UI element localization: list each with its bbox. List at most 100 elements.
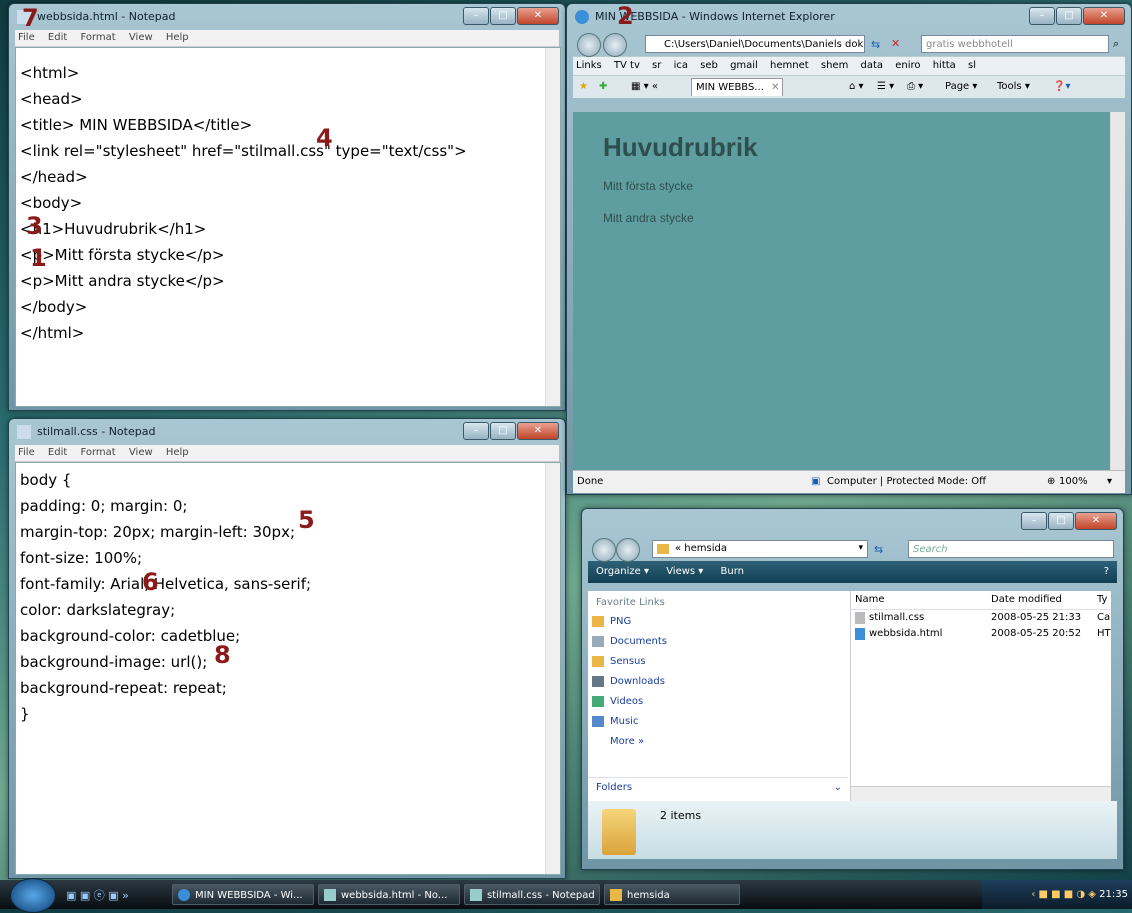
forward-icon[interactable] xyxy=(603,33,627,57)
minimize-button[interactable]: – xyxy=(1029,7,1055,25)
menu-file[interactable]: File xyxy=(18,447,35,458)
views-button[interactable]: Views ▾ xyxy=(666,566,703,577)
vertical-scrollbar[interactable] xyxy=(545,463,560,874)
link-item[interactable]: data xyxy=(861,60,884,71)
vertical-scrollbar[interactable] xyxy=(545,48,560,406)
column-date[interactable]: Date modified xyxy=(991,591,1062,609)
menu-format[interactable]: Format xyxy=(80,447,115,458)
link-item[interactable]: shem xyxy=(821,60,848,71)
organize-button[interactable]: Organize ▾ xyxy=(596,566,649,577)
link-item[interactable]: ica xyxy=(674,60,688,71)
chevron-down-icon[interactable]: ▾ xyxy=(858,543,863,553)
notepad-css-titlebar[interactable]: stilmall.css - Notepad – □ ✕ xyxy=(15,419,559,445)
ie-titlebar[interactable]: MIN WEBBSIDA - Windows Internet Explorer… xyxy=(573,4,1125,30)
search-input[interactable]: Search xyxy=(908,540,1114,558)
page-menu[interactable]: Page ▾ xyxy=(945,76,977,98)
refresh-icon[interactable]: ⇆ xyxy=(871,38,880,51)
minimize-button[interactable]: – xyxy=(1021,512,1047,530)
favorite-downloads[interactable]: Downloads xyxy=(588,672,850,692)
text-editor[interactable]: body { padding: 0; margin: 0; margin-top… xyxy=(15,462,561,875)
text-editor[interactable]: <html> <head> <title> MIN WEBBSIDA</titl… xyxy=(15,47,561,407)
horizontal-scrollbar[interactable] xyxy=(851,786,1111,801)
link-item[interactable]: sl xyxy=(968,60,976,71)
vertical-scrollbar[interactable] xyxy=(1110,112,1125,470)
help-icon[interactable]: ❓▾ xyxy=(1053,76,1070,98)
burn-button[interactable]: Burn xyxy=(721,566,744,577)
explorer-titlebar[interactable]: – □ ✕ xyxy=(588,509,1117,535)
notepad-html-titlebar[interactable]: webbsida.html - Notepad – □ ✕ xyxy=(15,4,559,30)
menu-help[interactable]: Help xyxy=(166,32,189,43)
menu-edit[interactable]: Edit xyxy=(48,447,67,458)
code-line: </body> xyxy=(20,298,88,316)
breadcrumb[interactable]: « hemsida ▾ xyxy=(652,540,868,558)
menu-format[interactable]: Format xyxy=(80,32,115,43)
menu-view[interactable]: View xyxy=(129,447,153,458)
favorite-documents[interactable]: Documents xyxy=(588,632,850,652)
link-item[interactable]: hitta xyxy=(933,60,956,71)
chevron-down-icon[interactable]: ⌄ xyxy=(834,778,842,798)
start-button[interactable] xyxy=(10,878,56,913)
close-button[interactable]: ✕ xyxy=(1075,512,1117,530)
column-name[interactable]: Name xyxy=(855,591,885,609)
menu-edit[interactable]: Edit xyxy=(48,32,67,43)
more-link[interactable]: More » xyxy=(588,732,850,752)
maximize-button[interactable]: □ xyxy=(1056,7,1082,25)
maximize-button[interactable]: □ xyxy=(490,422,516,440)
favorites-star-icon[interactable]: ★ xyxy=(579,76,588,98)
link-item[interactable]: hemnet xyxy=(770,60,809,71)
search-input[interactable]: gratis webbhotell xyxy=(921,35,1109,53)
menu-view[interactable]: View xyxy=(129,32,153,43)
maximize-button[interactable]: □ xyxy=(1048,512,1074,530)
taskbar-item-notepad-html[interactable]: webbsida.html - No... xyxy=(318,884,460,905)
link-item[interactable]: gmail xyxy=(730,60,758,71)
taskbar-item-explorer[interactable]: hemsida xyxy=(604,884,740,905)
zoom-level[interactable]: 100% xyxy=(1059,471,1088,493)
clock[interactable]: 21:35 xyxy=(1099,889,1128,900)
music-icon xyxy=(592,716,604,727)
link-item[interactable]: sr xyxy=(652,60,661,71)
tray-icons[interactable]: ‹ ■ ■ ■ ◑ ◈ xyxy=(1031,889,1099,900)
quick-launch-icons[interactable]: ▣ ▣ ⓔ ▣ » xyxy=(66,887,129,903)
stop-icon[interactable]: ✕ xyxy=(891,37,900,50)
feeds-icon[interactable]: ☰ ▾ xyxy=(877,76,894,98)
quick-tabs-icon[interactable]: ▦ ▾ « xyxy=(631,76,658,98)
minimize-button[interactable]: – xyxy=(463,7,489,25)
zoom-dropdown-icon[interactable]: ▾ xyxy=(1107,471,1112,493)
folders-toggle[interactable]: Folders ⌄ xyxy=(588,777,848,797)
minimize-button[interactable]: – xyxy=(463,422,489,440)
security-zone[interactable]: Computer | Protected Mode: Off xyxy=(827,471,986,493)
close-button[interactable]: ✕ xyxy=(1083,7,1125,25)
tab-min-webbsida[interactable]: MIN WEBBS... ✕ xyxy=(691,78,783,96)
forward-icon[interactable] xyxy=(616,538,640,562)
help-icon[interactable]: ? xyxy=(1104,561,1109,583)
refresh-icon[interactable]: ⇆ xyxy=(874,543,883,556)
favorite-music[interactable]: Music xyxy=(588,712,850,732)
link-item[interactable]: eniro xyxy=(895,60,920,71)
back-icon[interactable] xyxy=(577,33,601,57)
menu-help[interactable]: Help xyxy=(166,447,189,458)
favorite-sensus[interactable]: Sensus xyxy=(588,652,850,672)
add-favorites-icon[interactable]: ✚ xyxy=(599,76,607,98)
taskbar-item-ie[interactable]: MIN WEBBSIDA - Wi... xyxy=(172,884,314,905)
code-line: background-repeat: repeat; xyxy=(20,679,227,697)
html-file-icon xyxy=(855,628,865,640)
column-type[interactable]: Ty xyxy=(1097,591,1107,609)
home-icon[interactable]: ⌂ ▾ xyxy=(849,76,864,98)
back-icon[interactable] xyxy=(592,538,616,562)
print-icon[interactable]: ⎙ ▾ xyxy=(907,76,923,98)
link-item[interactable]: TV tv xyxy=(614,60,640,71)
taskbar-item-notepad-css[interactable]: stilmall.css - Notepad xyxy=(464,884,600,905)
tab-close-icon[interactable]: ✕ xyxy=(771,82,779,93)
favorite-videos[interactable]: Videos xyxy=(588,692,850,712)
favorite-png[interactable]: PNG xyxy=(588,612,850,632)
file-row[interactable]: webbsida.html 2008-05-25 20:52 HT xyxy=(851,626,1111,642)
link-item[interactable]: seb xyxy=(700,60,718,71)
close-button[interactable]: ✕ xyxy=(517,7,559,25)
search-icon[interactable]: ⌕ xyxy=(1113,37,1119,51)
close-button[interactable]: ✕ xyxy=(517,422,559,440)
file-row[interactable]: stilmall.css 2008-05-25 21:33 Ca xyxy=(851,610,1111,626)
menu-file[interactable]: File xyxy=(18,32,35,43)
address-bar[interactable]: C:\Users\Daniel\Documents\Daniels dok xyxy=(645,35,865,53)
maximize-button[interactable]: □ xyxy=(490,7,516,25)
tools-menu[interactable]: Tools ▾ xyxy=(997,76,1030,98)
